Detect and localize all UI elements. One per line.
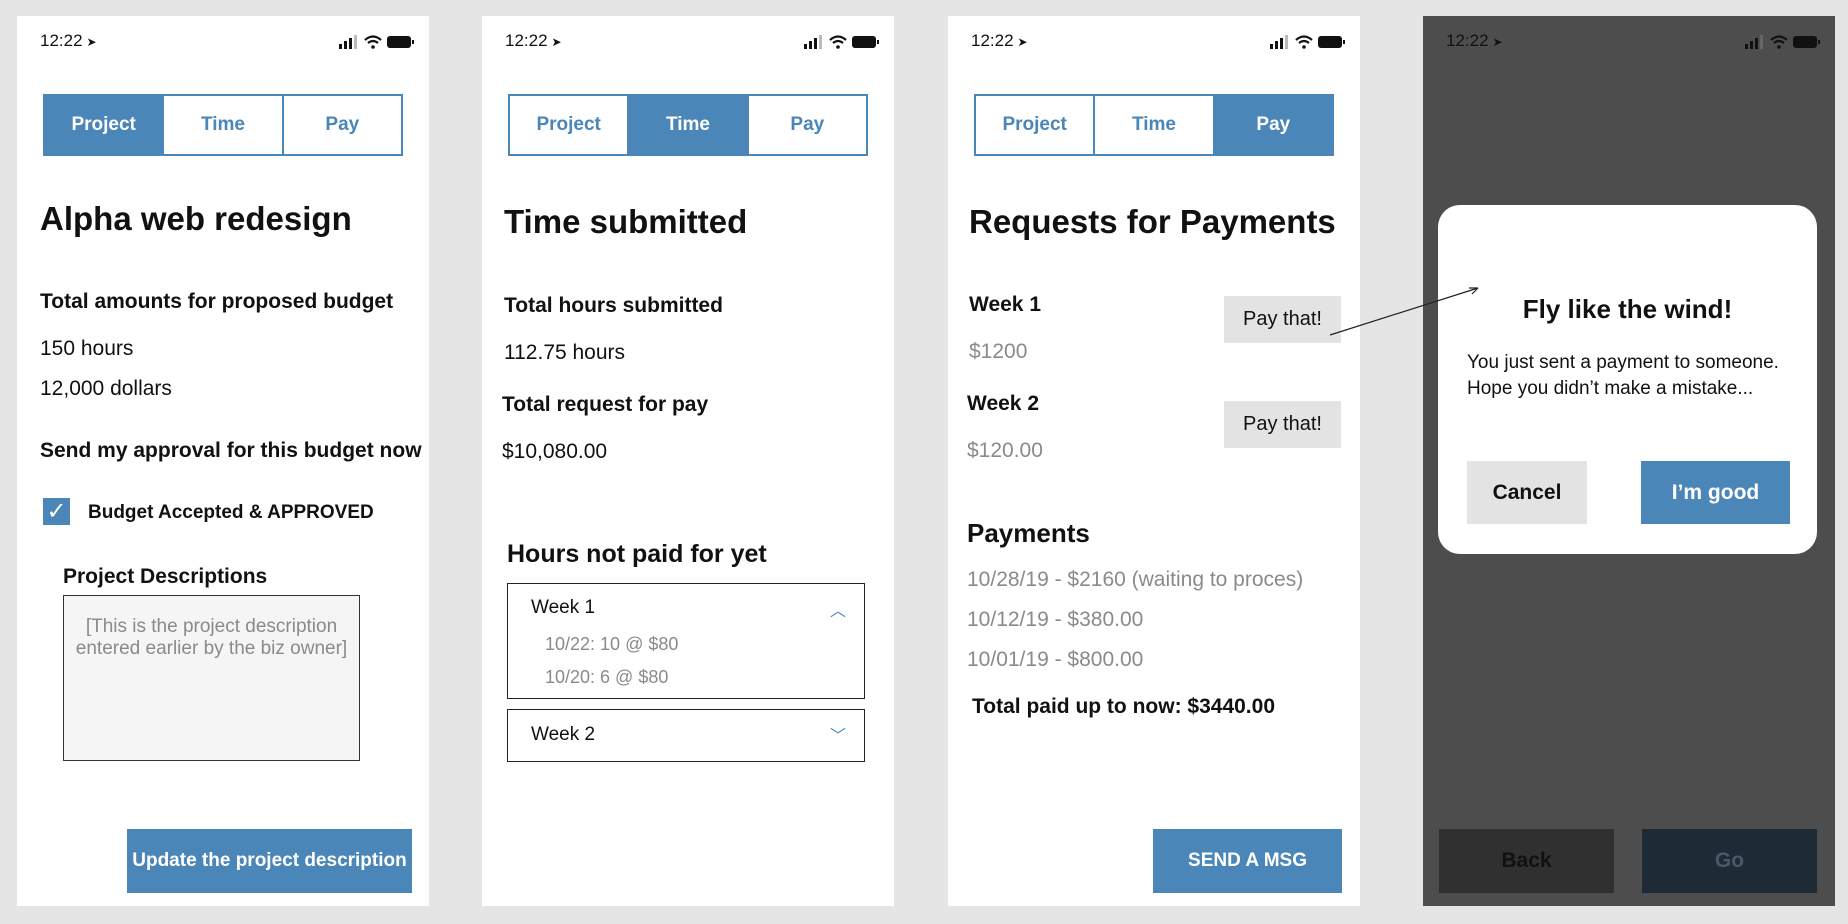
update-description-button[interactable]: Update the project description bbox=[127, 829, 412, 893]
status-bar-time: 12:22 ➤ bbox=[1446, 31, 1503, 51]
flow-arrow bbox=[1329, 287, 1479, 336]
battery-icon bbox=[1318, 36, 1345, 48]
page-title: Requests for Payments bbox=[969, 203, 1336, 240]
status-bar-time: 12:22 ➤ bbox=[505, 31, 562, 51]
request-week: Week 2 bbox=[967, 392, 1039, 415]
location-arrow-icon: ➤ bbox=[86, 35, 97, 49]
chevron-down-icon: ﹀ bbox=[829, 728, 846, 745]
pay-that-button[interactable]: Pay that! bbox=[1224, 401, 1341, 448]
dialog-message: You just sent a payment to someone. Hope… bbox=[1467, 350, 1779, 402]
payments-heading: Payments bbox=[967, 518, 1090, 548]
approval-checkbox[interactable]: ✓ bbox=[43, 498, 70, 525]
tab-pay[interactable]: Pay bbox=[748, 96, 866, 154]
wifi-icon bbox=[1770, 35, 1788, 49]
signal-icon bbox=[1270, 35, 1288, 49]
tab-project[interactable]: Project bbox=[976, 96, 1096, 154]
total-paid: Total paid up to now: $3440.00 bbox=[972, 695, 1275, 718]
battery-icon bbox=[1793, 36, 1820, 48]
approval-heading: Send my approval for this budget now bbox=[40, 439, 422, 462]
tab-project[interactable]: Project bbox=[45, 96, 165, 154]
pay-heading: Total request for pay bbox=[502, 393, 709, 416]
screen-pay: 12:22 ➤ Project Time Pay Requests for Pay… bbox=[948, 16, 1360, 906]
description-textarea[interactable]: [This is the project description entered… bbox=[63, 595, 360, 761]
signal-icon bbox=[339, 35, 357, 49]
request-amount: $120.00 bbox=[967, 439, 1043, 462]
send-message-button[interactable]: SEND A MSG bbox=[1153, 829, 1342, 893]
tab-pay[interactable]: Pay bbox=[283, 96, 401, 154]
signal-icon bbox=[804, 35, 822, 49]
wifi-icon bbox=[364, 35, 382, 49]
status-bar-time: 12:22 ➤ bbox=[40, 31, 97, 51]
status-icons bbox=[1270, 35, 1345, 49]
status-icons bbox=[804, 35, 879, 49]
tab-project[interactable]: Project bbox=[510, 96, 630, 154]
week2-label: Week 2 bbox=[531, 724, 596, 745]
wifi-icon bbox=[829, 35, 847, 49]
wifi-icon bbox=[1295, 35, 1313, 49]
tab-time[interactable]: Time bbox=[629, 96, 749, 154]
signal-icon bbox=[1745, 35, 1763, 49]
confirmation-dialog: Fly like the wind! You just sent a payme… bbox=[1438, 205, 1817, 554]
screen-time: 12:22 ➤ Project Time Pay Time submitted T… bbox=[482, 16, 894, 906]
status-time-text: 12:22 bbox=[40, 31, 83, 50]
request-amount: $1200 bbox=[969, 340, 1028, 363]
dialog-message-line: Hope you didn’t make a mistake... bbox=[1467, 378, 1754, 399]
status-icons bbox=[1745, 35, 1820, 49]
page-title: Time submitted bbox=[504, 203, 748, 240]
approval-checkbox-label[interactable]: Budget Accepted & APPROVED bbox=[88, 502, 374, 524]
chevron-up-icon[interactable]: ︿ bbox=[830, 597, 846, 621]
payment-item: 10/12/19 - $380.00 bbox=[967, 608, 1144, 631]
status-icons bbox=[339, 35, 414, 49]
checkmark-icon: ✓ bbox=[46, 498, 67, 525]
cancel-button[interactable]: Cancel bbox=[1467, 461, 1587, 524]
payment-item: 10/28/19 - $2160 (waiting to proces) bbox=[967, 568, 1304, 591]
screen-project: 12:22 ➤ Project Time Pay Alpha web redesi… bbox=[17, 16, 429, 906]
tab-time[interactable]: Time bbox=[164, 96, 284, 154]
week2-accordion[interactable]: Week 2 ﹀ bbox=[507, 709, 865, 762]
battery-icon bbox=[387, 36, 414, 48]
hours-heading: Total hours submitted bbox=[504, 294, 723, 317]
tab-bar: Project Time Pay bbox=[974, 94, 1334, 156]
dialog-title: Fly like the wind! bbox=[1522, 294, 1733, 324]
status-bar-time: 12:22 ➤ bbox=[971, 31, 1028, 51]
location-arrow-icon: ➤ bbox=[551, 35, 562, 49]
request-week: Week 1 bbox=[969, 293, 1041, 316]
budget-dollars: 12,000 dollars bbox=[40, 377, 172, 400]
tab-bar: Project Time Pay bbox=[508, 94, 868, 156]
confirm-button[interactable]: I’m good bbox=[1641, 461, 1790, 524]
tab-bar: Project Time Pay bbox=[43, 94, 403, 156]
go-button[interactable]: Go bbox=[1642, 829, 1817, 893]
description-heading: Project Descriptions bbox=[63, 565, 268, 588]
budget-hours: 150 hours bbox=[40, 337, 134, 360]
screen-confirmation: 12:22 ➤ Fly like the wind! You just sent … bbox=[1423, 16, 1835, 906]
tab-time[interactable]: Time bbox=[1095, 96, 1215, 154]
battery-icon bbox=[852, 36, 879, 48]
unpaid-heading: Hours not paid for yet bbox=[507, 540, 767, 568]
page-title: Alpha web redesign bbox=[40, 200, 352, 237]
week1-accordion: Week 1 ︿ 10/22: 10 @ $80 10/20: 6 @ $80 bbox=[507, 583, 865, 699]
status-time-text: 12:22 bbox=[1446, 31, 1489, 50]
week1-entry: 10/20: 6 @ $80 bbox=[545, 667, 669, 687]
dialog-message-line: You just sent a payment to someone. bbox=[1467, 352, 1779, 373]
payment-item: 10/01/19 - $800.00 bbox=[967, 648, 1144, 671]
week1-label[interactable]: Week 1 bbox=[531, 597, 595, 619]
status-time-text: 12:22 bbox=[971, 31, 1014, 50]
location-arrow-icon: ➤ bbox=[1492, 35, 1503, 49]
budget-heading: Total amounts for proposed budget bbox=[40, 290, 394, 313]
pay-value: $10,080.00 bbox=[502, 440, 608, 463]
hours-value: 112.75 hours bbox=[504, 341, 626, 364]
tab-pay[interactable]: Pay bbox=[1214, 96, 1332, 154]
week1-entry: 10/22: 10 @ $80 bbox=[545, 634, 679, 654]
location-arrow-icon: ➤ bbox=[1017, 35, 1028, 49]
status-time-text: 12:22 bbox=[505, 31, 548, 50]
back-button[interactable]: Back bbox=[1439, 829, 1614, 893]
